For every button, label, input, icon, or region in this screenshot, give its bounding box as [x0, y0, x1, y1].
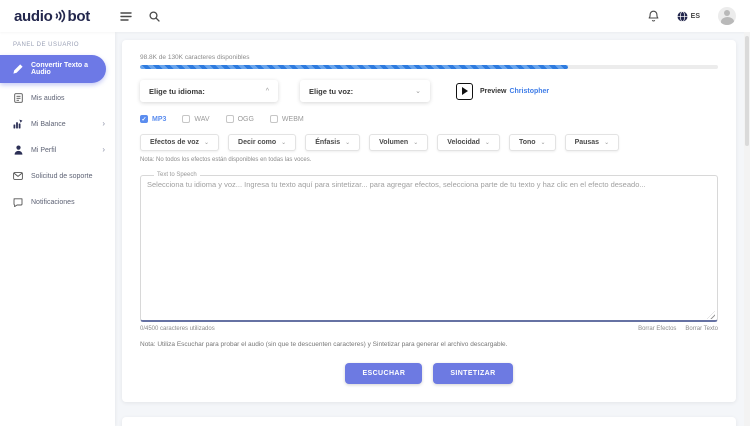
chevron-right-icon: › — [102, 120, 115, 128]
format-option-webm[interactable]: WEBM — [270, 115, 304, 123]
balance-chart-icon — [13, 119, 23, 129]
format-label: OGG — [238, 116, 254, 123]
caret-down-icon: ⌄ — [604, 139, 609, 146]
checkbox-checked-icon: ✓ — [140, 115, 148, 123]
results-card: Resultados(Hoy) — [122, 417, 736, 426]
voice-select-label: Elige tu voz: — [309, 87, 353, 96]
main-content: 98.8K de 130K caracteres disponibles Eli… — [115, 32, 744, 426]
audio-file-icon — [13, 93, 23, 103]
checkbox-icon — [182, 115, 190, 123]
language-switcher[interactable]: ES — [677, 11, 700, 22]
language-select-label: Elige tu idioma: — [149, 87, 205, 96]
sound-wave-icon — [55, 9, 66, 23]
format-option-mp3[interactable]: ✓ MP3 — [140, 115, 166, 123]
page-scrollbar[interactable] — [744, 32, 750, 426]
play-icon — [462, 87, 468, 95]
sidebar-section-label: PANEL DE USUARIO — [0, 32, 115, 55]
scrollbar-thumb[interactable] — [745, 36, 749, 146]
preview-voice-name: Christopher — [509, 88, 549, 95]
sidebar-item-label: Convertir Texto a Audio — [31, 62, 106, 76]
effect-dropdown-efectos-de-voz[interactable]: Efectos de voz⌄ — [140, 134, 219, 151]
caret-down-icon: ⌄ — [541, 139, 546, 146]
format-option-wav[interactable]: WAV — [182, 115, 209, 123]
globe-icon — [677, 11, 688, 22]
mail-icon — [13, 171, 23, 181]
sidebar-item-label: Mis audios — [31, 95, 64, 102]
sidebar: PANEL DE USUARIO Convertir Texto a Audio… — [0, 32, 115, 426]
logo-text-audio: audio — [14, 8, 53, 25]
credits-progress-fill — [140, 65, 568, 69]
caret-down-icon: ⌄ — [485, 139, 490, 146]
preview-play-button[interactable] — [456, 83, 473, 100]
language-select[interactable]: Elige tu idioma: ^ — [140, 80, 278, 102]
hamburger-menu-icon[interactable] — [120, 12, 132, 21]
format-label: WAV — [194, 116, 209, 123]
credits-progress-bar — [140, 65, 718, 69]
language-code-label: ES — [691, 13, 700, 20]
sidebar-item-mis-audios[interactable]: Mis audios — [0, 85, 115, 111]
checkbox-icon — [270, 115, 278, 123]
search-icon[interactable] — [149, 11, 160, 22]
format-label: MP3 — [152, 116, 166, 123]
format-label: WEBM — [282, 116, 304, 123]
effect-dropdown-velocidad[interactable]: Velocidad⌄ — [437, 134, 500, 151]
sidebar-item-label: Notificaciones — [31, 199, 75, 206]
text-to-speech-fieldset: Text to Speech — [140, 172, 718, 322]
notifications-bell-icon[interactable] — [648, 10, 659, 22]
logo-text-bot: bot — [68, 8, 90, 25]
character-counter: 0/4500 caracteres utilizados — [140, 326, 215, 332]
effect-dropdown-tono[interactable]: Tono⌄ — [509, 134, 556, 151]
listen-button[interactable]: ESCUCHAR — [345, 363, 422, 384]
logo[interactable]: audio bot — [14, 8, 90, 25]
user-icon — [13, 145, 23, 155]
app-window: audio bot — [0, 0, 750, 426]
sidebar-item-label: Solicitud de soporte — [31, 173, 92, 180]
effect-dropdown-pausas[interactable]: Pausas⌄ — [565, 134, 620, 151]
usage-note: Nota: Utiliza Escuchar para probar el au… — [140, 341, 718, 348]
caret-down-icon: ⌄ — [345, 139, 350, 146]
format-options: ✓ MP3 WAV OGG WEBM — [140, 115, 718, 123]
caret-down-icon: ⌄ — [281, 139, 286, 146]
effect-dropdown-volumen[interactable]: Volumen⌄ — [369, 134, 428, 151]
resize-grip-icon[interactable] — [707, 311, 715, 319]
caret-down-icon: ⌄ — [204, 139, 209, 146]
top-bar: audio bot — [0, 0, 750, 32]
effect-dropdown-decir-como[interactable]: Decir como⌄ — [228, 134, 296, 151]
clear-effects-link[interactable]: Borrar Efectos — [638, 326, 676, 332]
sidebar-item-label: Mi Perfil — [31, 147, 56, 154]
chat-bubble-icon — [13, 197, 23, 207]
format-option-ogg[interactable]: OGG — [226, 115, 254, 123]
effects-note: Nota: No todos los efectos están disponi… — [140, 157, 718, 163]
chevron-right-icon: › — [102, 146, 115, 154]
text-to-speech-input[interactable] — [147, 180, 711, 312]
synthesize-button[interactable]: SINTETIZAR — [433, 363, 512, 384]
effects-toolbar: Efectos de voz⌄ Decir como⌄ Énfasis⌄ Vol… — [140, 134, 718, 151]
sidebar-item-convertir-texto-a-audio[interactable]: Convertir Texto a Audio — [0, 55, 106, 83]
text-to-audio-card: 98.8K de 130K caracteres disponibles Eli… — [122, 40, 736, 402]
voice-select[interactable]: Elige tu voz: ⌄ — [300, 80, 430, 102]
caret-down-icon: ⌄ — [413, 139, 418, 146]
caret-down-icon: ⌄ — [415, 87, 421, 95]
sidebar-item-solicitud-de-soporte[interactable]: Solicitud de soporte — [0, 163, 115, 189]
sidebar-item-mi-perfil[interactable]: Mi Perfil › — [0, 137, 115, 163]
user-avatar[interactable] — [718, 7, 736, 25]
credits-remaining-label: 98.8K de 130K caracteres disponibles — [140, 54, 718, 61]
checkbox-icon — [226, 115, 234, 123]
sidebar-item-label: Mi Balance — [31, 121, 66, 128]
pencil-icon — [13, 64, 23, 74]
caret-up-icon: ^ — [266, 88, 269, 95]
clear-text-link[interactable]: Borrar Texto — [685, 326, 718, 332]
textarea-label: Text to Speech — [154, 172, 200, 178]
preview-label: PreviewChristopher — [480, 88, 549, 95]
effect-dropdown-enfasis[interactable]: Énfasis⌄ — [305, 134, 360, 151]
sidebar-item-mi-balance[interactable]: Mi Balance › — [0, 111, 115, 137]
sidebar-item-notificaciones[interactable]: Notificaciones — [0, 189, 115, 215]
